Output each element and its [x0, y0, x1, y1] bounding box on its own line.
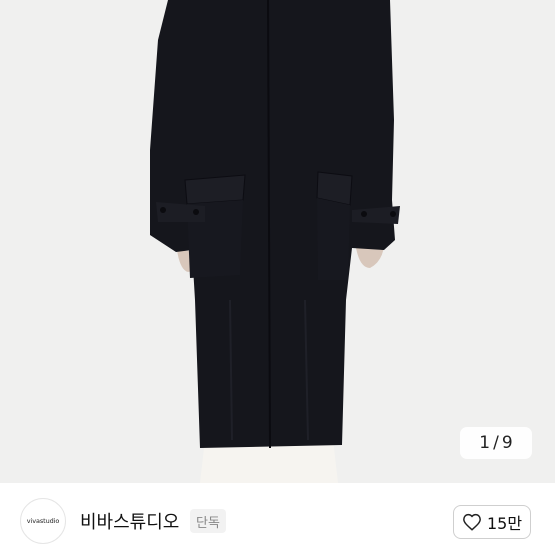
product-image-carousel[interactable]: 1 / 9 [0, 0, 555, 483]
exclusive-badge: 단독 [190, 509, 226, 533]
like-button[interactable]: 15만 [453, 505, 531, 539]
product-photo-coat [0, 0, 555, 483]
image-counter-separator: / [493, 433, 499, 453]
image-counter: 1 / 9 [460, 427, 532, 459]
seller-name[interactable]: 비바스튜디오 [80, 508, 179, 534]
image-counter-total: 9 [501, 433, 513, 453]
heart-outline-icon [462, 513, 482, 531]
seller-avatar-logo-text: vivastudio [26, 517, 60, 525]
image-counter-current: 1 [479, 433, 491, 453]
seller-avatar[interactable]: vivastudio [20, 498, 66, 544]
like-count: 15만 [486, 514, 523, 533]
